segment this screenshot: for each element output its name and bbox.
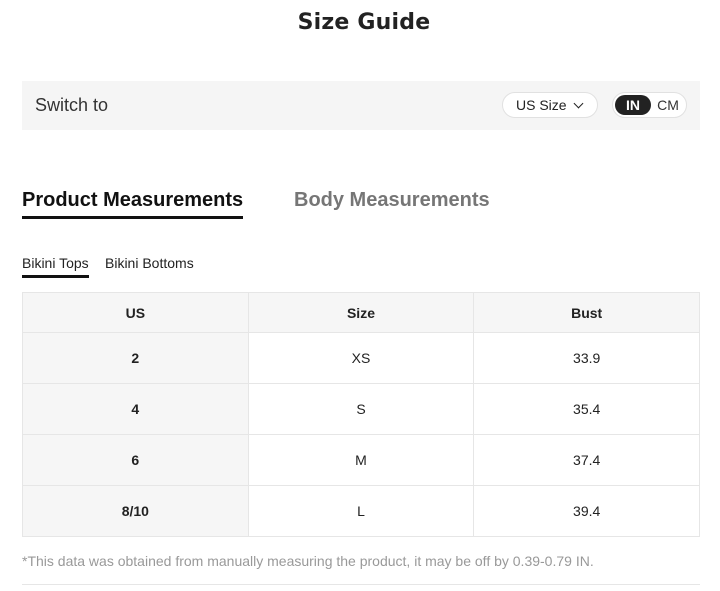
- column-header-bust: Bust: [473, 292, 700, 333]
- table-header-row: US Size Bust: [22, 292, 700, 333]
- cell-bust: 33.9: [473, 332, 700, 384]
- column-header-us: US: [22, 292, 249, 333]
- cell-size: XS: [247, 332, 475, 384]
- cell-us: 2: [22, 332, 249, 384]
- size-system-select[interactable]: US Size: [502, 92, 598, 118]
- cell-us: 4: [22, 383, 249, 435]
- page-title: Size Guide: [297, 10, 431, 35]
- column-header-size: Size: [247, 292, 475, 333]
- cell-bust: 35.4: [473, 383, 700, 435]
- divider: [22, 584, 700, 585]
- cell-size: L: [247, 485, 475, 537]
- measurement-disclaimer: *This data was obtained from manually me…: [22, 553, 594, 569]
- tab-body-measurements[interactable]: Body Measurements: [294, 189, 490, 212]
- chevron-down-icon: [573, 98, 584, 108]
- subtab-bikini-bottoms[interactable]: Bikini Bottoms: [105, 255, 194, 271]
- cell-us: 6: [22, 434, 249, 486]
- subtab-bikini-tops[interactable]: Bikini Tops: [22, 255, 89, 278]
- cell-us: 8/10: [22, 485, 249, 537]
- table-row: 2 XS 33.9: [22, 332, 700, 384]
- table-row: 6 M 37.4: [22, 434, 700, 486]
- size-table: US Size Bust 2 XS 33.9 4 S 35.4 6 M 37.4…: [22, 292, 700, 537]
- size-system-value: US Size: [516, 97, 567, 113]
- cell-bust: 37.4: [473, 434, 700, 486]
- table-row: 8/10 L 39.4: [22, 485, 700, 537]
- unit-in-button[interactable]: IN: [615, 95, 651, 115]
- cell-bust: 39.4: [473, 485, 700, 537]
- cell-size: M: [247, 434, 475, 486]
- switch-label: Switch to: [35, 95, 109, 115]
- tab-product-measurements[interactable]: Product Measurements: [22, 189, 244, 219]
- cell-size: S: [247, 383, 475, 435]
- table-row: 4 S 35.4: [22, 383, 700, 435]
- unit-cm-button[interactable]: CM: [653, 95, 683, 115]
- unit-switch-bar: Switch to US Size IN CM: [22, 81, 700, 130]
- unit-toggle: IN CM: [612, 92, 687, 118]
